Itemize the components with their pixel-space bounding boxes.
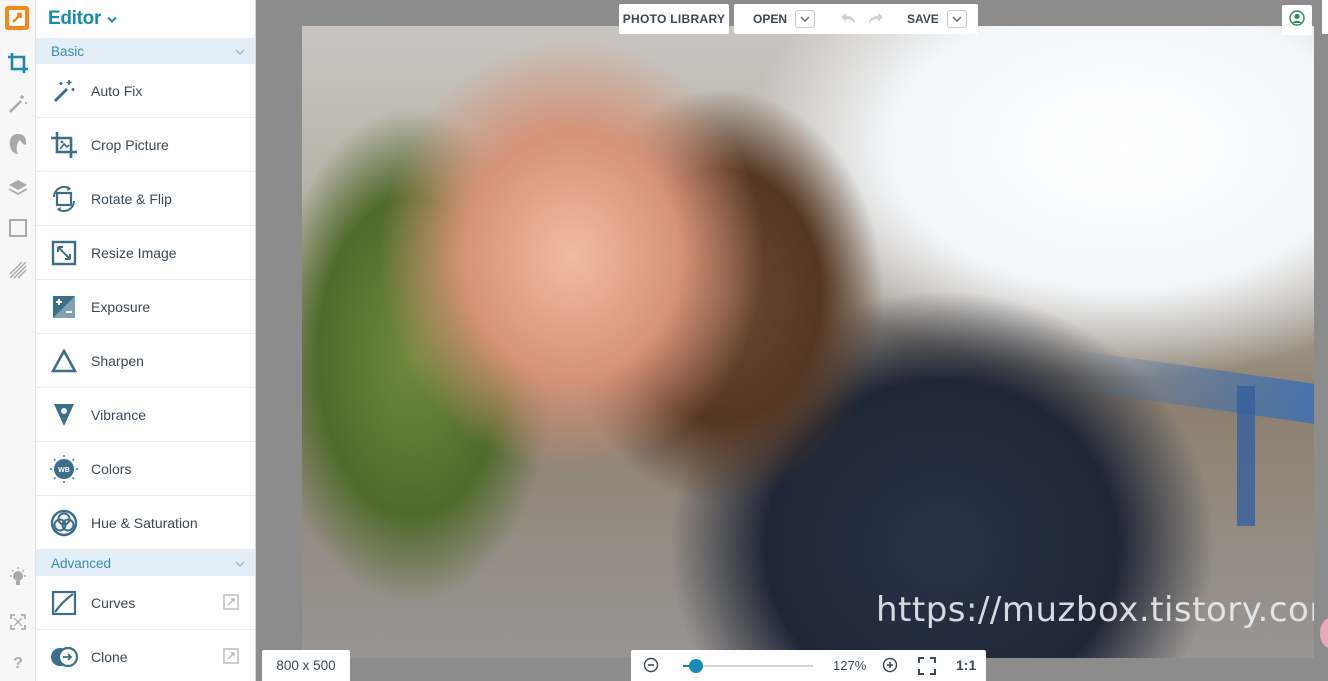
hue-icon [36, 509, 91, 537]
tool-label: Vibrance [91, 406, 147, 423]
frame-rail-icon[interactable] [4, 214, 32, 242]
redo-icon[interactable] [867, 11, 885, 28]
actual-size-button[interactable]: 1:1 [956, 657, 976, 673]
zoom-percent: 127% [833, 658, 867, 673]
tool-label: Curves [91, 594, 136, 611]
chevron-down-icon [107, 11, 117, 29]
edge-badge [1320, 618, 1328, 648]
zoom-in-icon[interactable] [882, 657, 898, 678]
photo-library-button[interactable]: PHOTO LIBRARY [619, 4, 729, 34]
user-icon [1289, 9, 1305, 31]
curves-icon [36, 590, 91, 616]
photo-detail [1237, 386, 1255, 526]
photo-detail [1062, 348, 1314, 424]
tool-label: Colors [91, 460, 132, 477]
tool-auto-fix[interactable]: Auto Fix [36, 64, 255, 118]
tool-label: Rotate & Flip [91, 190, 172, 207]
rotate-icon [36, 185, 91, 213]
zoom-out-icon[interactable] [643, 657, 659, 678]
panel-header[interactable]: Editor [36, 0, 255, 38]
undo-icon[interactable] [839, 11, 857, 28]
layers-rail-icon[interactable] [4, 174, 32, 202]
tool-label: Sharpen [91, 352, 144, 369]
premium-lock-icon [223, 594, 239, 615]
vibrance-icon [36, 402, 91, 428]
photo-canvas[interactable]: https://muzbox.tistory.com [302, 26, 1314, 658]
tool-label: Hue & Saturation [91, 514, 198, 531]
tool-clone[interactable]: Clone [36, 630, 255, 681]
edge-strip [1322, 0, 1328, 34]
tool-crop-picture[interactable]: Crop Picture [36, 118, 255, 172]
expand-icon[interactable] [4, 608, 32, 636]
tool-label: Clone [91, 648, 128, 665]
sharpen-icon [36, 348, 91, 373]
magic-wand-icon [36, 78, 91, 104]
save-button[interactable]: SAVE [907, 12, 939, 26]
tool-curves[interactable]: Curves [36, 576, 255, 630]
lightbulb-icon[interactable] [4, 563, 32, 591]
panel-title: Editor [48, 8, 102, 29]
image-dimensions: 800 x 500 [262, 650, 350, 681]
resize-icon [36, 240, 91, 266]
left-rail: ? [0, 0, 36, 681]
section-label: Advanced [51, 555, 112, 571]
section-advanced[interactable]: Advanced [36, 550, 255, 576]
tool-sharpen[interactable]: Sharpen [36, 334, 255, 388]
exposure-icon [36, 294, 91, 320]
tool-label: Crop Picture [91, 136, 169, 153]
open-button[interactable]: OPEN [753, 12, 787, 26]
tool-rotate-flip[interactable]: Rotate & Flip [36, 172, 255, 226]
tool-resize-image[interactable]: Resize Image [36, 226, 255, 280]
section-label: Basic [51, 43, 85, 59]
help-icon[interactable]: ? [4, 650, 32, 678]
colors-badge: WB [58, 467, 70, 474]
file-toolbar: OPEN SAVE [734, 4, 978, 34]
section-basic[interactable]: Basic [36, 38, 255, 64]
open-dropdown-button[interactable] [795, 10, 816, 28]
tool-label: Exposure [91, 298, 151, 315]
tool-colors[interactable]: WB Colors [36, 442, 255, 496]
face-retouch-rail-icon[interactable] [4, 130, 32, 158]
magic-wand-rail-icon[interactable] [4, 90, 32, 118]
zoom-bar: 127% 1:1 [631, 650, 986, 681]
watermark-text: https://muzbox.tistory.com [876, 590, 1314, 630]
tool-hue-saturation[interactable]: Hue & Saturation [36, 496, 255, 550]
chevron-down-icon [235, 44, 245, 59]
tool-exposure[interactable]: Exposure [36, 280, 255, 334]
chevron-down-icon [235, 556, 245, 571]
save-dropdown-button[interactable] [946, 10, 967, 28]
premium-lock-icon [223, 648, 239, 669]
texture-rail-icon[interactable] [4, 256, 32, 284]
crop-tool-rail-icon[interactable] [4, 49, 32, 77]
colors-icon: WB [36, 454, 91, 484]
app-logo-icon[interactable] [4, 5, 30, 31]
tool-label: Resize Image [91, 244, 177, 261]
zoom-slider-handle[interactable] [689, 659, 703, 673]
crop-icon [36, 131, 91, 159]
tool-label: Auto Fix [91, 82, 143, 99]
account-button[interactable] [1282, 5, 1312, 35]
fit-screen-icon[interactable] [918, 657, 936, 680]
clone-icon [36, 646, 91, 668]
tool-vibrance[interactable]: Vibrance [36, 388, 255, 442]
tool-panel: Editor Basic Auto Fix Crop Picture Rotat… [36, 0, 256, 681]
